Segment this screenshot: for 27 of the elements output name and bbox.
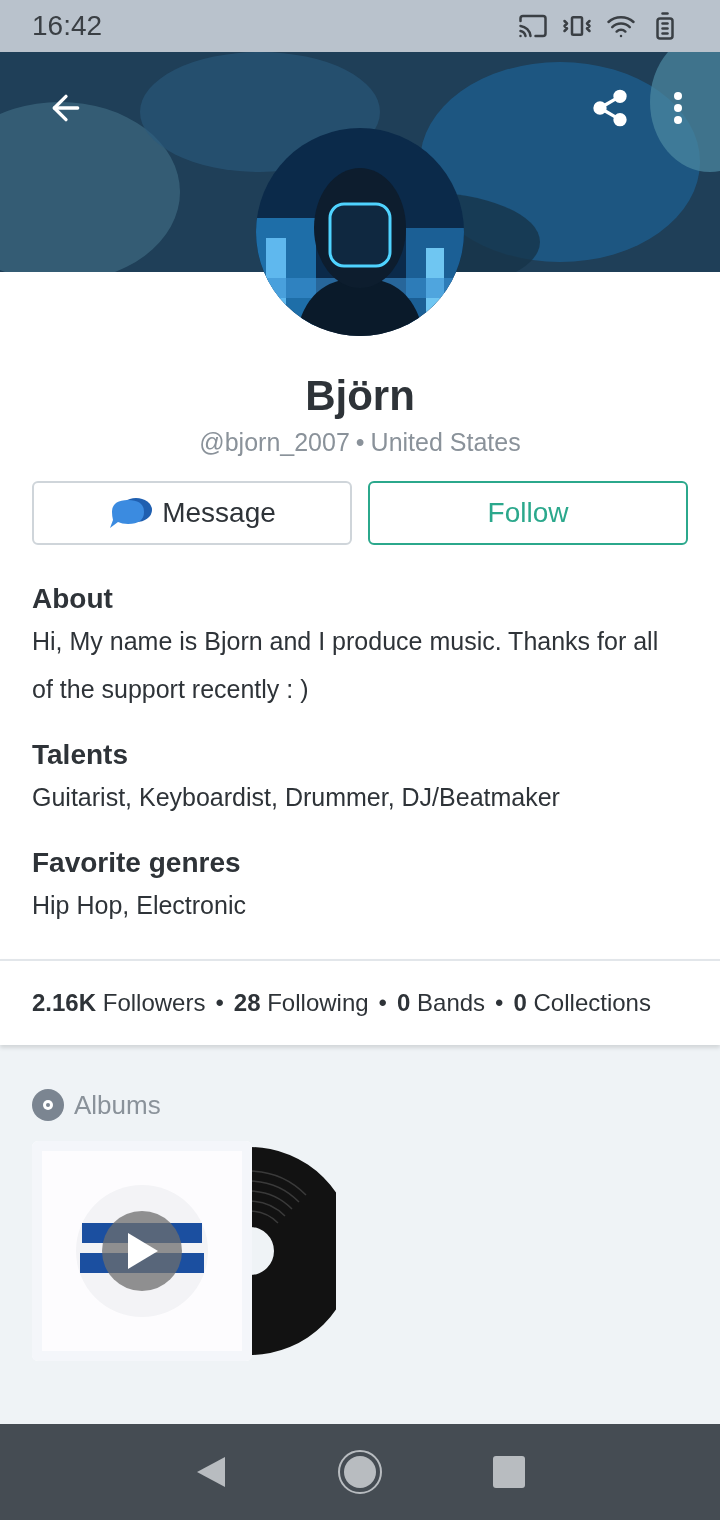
stat-link[interactable]: 0 Bands bbox=[397, 989, 486, 1017]
section-title: Talents bbox=[32, 739, 129, 771]
separator-dot: • bbox=[355, 428, 365, 457]
separator-dot: • bbox=[215, 989, 224, 1017]
profile-location: United States bbox=[370, 428, 521, 457]
section-title: Favorite genres bbox=[32, 847, 242, 879]
section-title: About bbox=[32, 583, 114, 615]
section-text: Hi, My name is Bjorn and I produce music. Thanks for all of the support recently : ) bbox=[32, 626, 660, 705]
message-button[interactable]: Message bbox=[32, 481, 352, 545]
nav-home-button[interactable] bbox=[337, 1449, 383, 1495]
profile-name: Björn bbox=[304, 372, 416, 420]
separator-dot: • bbox=[378, 989, 387, 1017]
stat-link[interactable]: 0 Collections bbox=[513, 989, 651, 1017]
section-text: Guitarist, Keyboardist, Drummer, DJ/Beatmaker bbox=[32, 782, 561, 813]
recents-square-icon bbox=[493, 1456, 525, 1488]
stat-link[interactable]: 2.16K Followers bbox=[32, 989, 206, 1017]
status-time: 16:42 bbox=[32, 10, 103, 42]
back-triangle-icon bbox=[195, 1455, 227, 1489]
stat-link[interactable]: 28 Following bbox=[233, 989, 369, 1017]
separator-dot: • bbox=[495, 989, 504, 1017]
home-circle-icon bbox=[337, 1449, 383, 1495]
section-text: Hip Hop, Electronic bbox=[32, 890, 247, 921]
profile-handle: @bjorn_2007 bbox=[199, 428, 350, 457]
nav-back-button[interactable] bbox=[195, 1455, 227, 1489]
albums-title: Albums bbox=[74, 1089, 161, 1121]
disc-icon bbox=[32, 1089, 64, 1121]
speech-bubbles-icon bbox=[108, 496, 155, 530]
